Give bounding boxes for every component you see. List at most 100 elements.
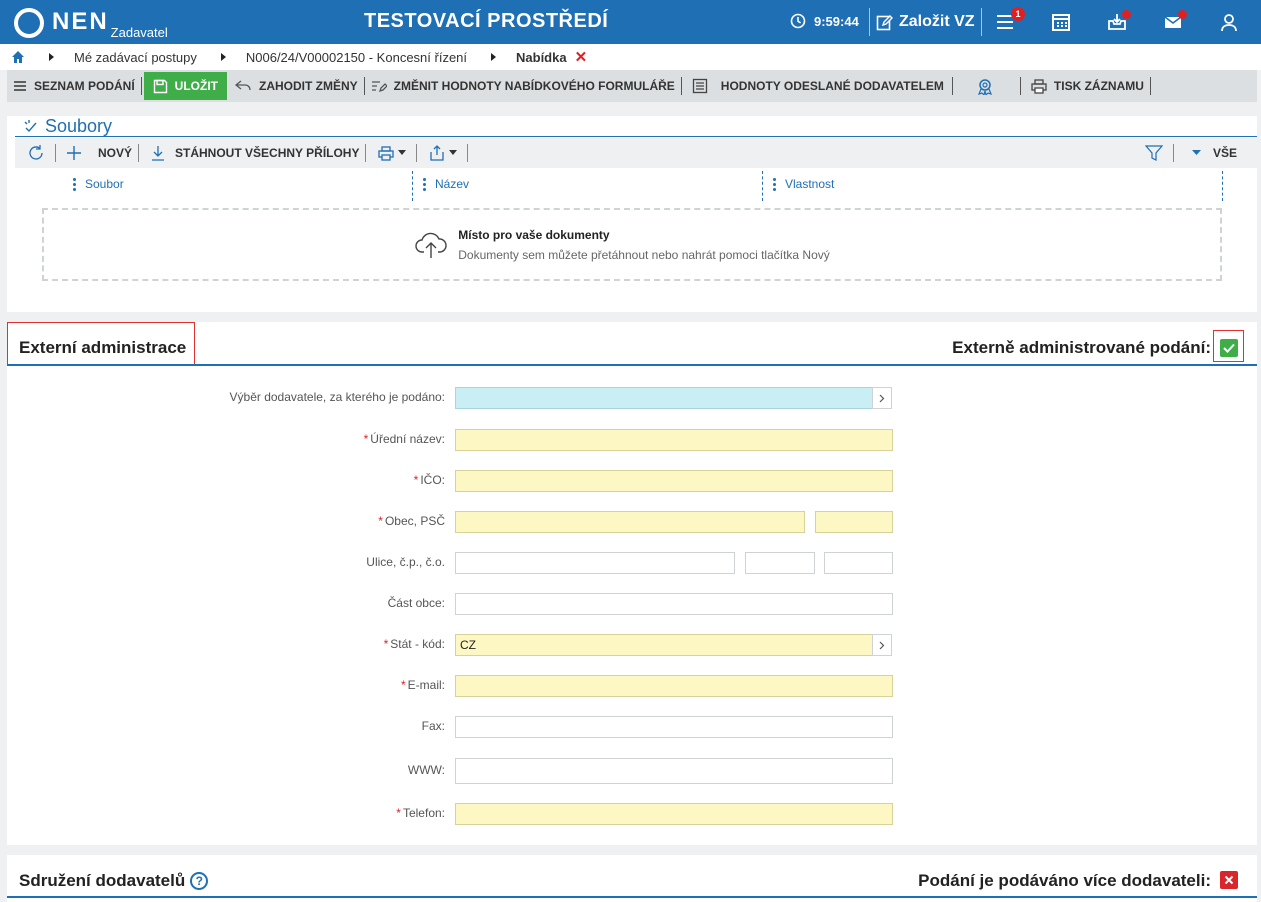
orientation-number-input[interactable] xyxy=(824,552,893,574)
print-record-button[interactable]: TISK ZÁZNAMU xyxy=(1021,74,1150,98)
official-name-input[interactable] xyxy=(455,429,893,451)
filter-all-dropdown[interactable]: VŠE xyxy=(1186,143,1243,163)
files-filter-area: VŠE xyxy=(1144,143,1243,163)
section-underline xyxy=(7,364,1257,366)
externally-administered-checkbox[interactable] xyxy=(1220,339,1238,357)
column-menu-icon xyxy=(73,176,76,193)
highlight-frame xyxy=(1213,330,1244,362)
help-icon[interactable]: ? xyxy=(190,872,209,890)
form-edit-icon xyxy=(371,81,387,93)
ico-row: * IČO: xyxy=(7,470,1257,492)
app-logo[interactable]: NEN Zadavatel xyxy=(14,6,168,40)
column-divider xyxy=(762,171,763,201)
www-row: WWW: xyxy=(7,758,1257,784)
city-zip-row: * Obec, PSČ xyxy=(7,511,1257,533)
files-toolbar: NOVÝ STÁHNOUT VŠECHNY PŘÍLOHY VŠE xyxy=(15,138,1257,168)
chevron-right-icon xyxy=(879,641,885,649)
calendar-icon[interactable] xyxy=(1050,12,1072,32)
filter-icon[interactable] xyxy=(1144,144,1163,162)
print-menu-button[interactable] xyxy=(366,143,416,163)
files-panel: Soubory NOVÝ STÁHNOUT VŠECHNY PŘÍLOHY VŠ… xyxy=(7,116,1257,312)
city-input[interactable] xyxy=(455,511,805,533)
phone-row: * Telefon: xyxy=(7,803,1257,825)
www-label: WWW: xyxy=(407,763,445,777)
plus-icon xyxy=(67,146,81,160)
column-menu-icon xyxy=(423,176,426,193)
toolbar-divider xyxy=(1172,144,1174,162)
cross-icon xyxy=(1224,875,1234,885)
supplier-select-row: Výběr dodavatele, za kterého je podáno: xyxy=(7,387,1257,409)
list-icon xyxy=(14,81,26,91)
house-number-input[interactable] xyxy=(745,552,815,574)
column-header-file[interactable]: Soubor xyxy=(73,171,124,197)
home-icon[interactable] xyxy=(11,50,25,64)
breadcrumb-item-offer: Nabídka xyxy=(516,49,567,65)
refresh-button[interactable] xyxy=(15,143,55,163)
multiple-suppliers-label: Podání je podáváno více dodavateli: xyxy=(918,871,1211,890)
discard-changes-button[interactable]: ZAHODIT ZMĚNY xyxy=(229,74,364,98)
files-section-header[interactable]: Soubory xyxy=(23,116,112,137)
fax-label: Fax: xyxy=(421,719,445,733)
caret-down-icon xyxy=(449,150,458,155)
file-dropzone[interactable]: Místo pro vaše dokumenty Dokumenty sem m… xyxy=(42,208,1222,281)
create-tender-button[interactable]: Založit VZ xyxy=(869,8,982,36)
logo-subtitle: Zadavatel xyxy=(110,25,168,40)
supplier-select-field[interactable] xyxy=(455,387,873,409)
change-form-values-label: ZMĚNIT HODNOTY NABÍDKOVÉHO FORMULÁŘE xyxy=(393,79,675,93)
ico-label: * IČO: xyxy=(413,473,445,487)
external-administration-title: Externí administrace xyxy=(19,338,187,357)
breadcrumb-item-procedure[interactable]: N006/24/V00002150 - Koncesní řízení xyxy=(246,50,467,65)
supplier-select-button[interactable] xyxy=(872,387,892,409)
section-underline xyxy=(7,896,1257,898)
download-all-label: STÁHNOUT VŠECHNY PŘÍLOHY xyxy=(175,146,360,160)
consortium-title: Sdružení dodavatelů xyxy=(19,871,186,890)
external-administration-panel: Externí administrace Externě administrov… xyxy=(7,322,1257,845)
multiple-suppliers-checkbox[interactable] xyxy=(1220,871,1238,889)
create-tender-label: Založit VZ xyxy=(899,13,975,30)
undo-icon xyxy=(235,79,251,90)
fax-input[interactable] xyxy=(455,716,893,738)
breadcrumb-separator-icon xyxy=(491,53,497,61)
breadcrumb-item-my-procedures[interactable]: Mé zadávací postupy xyxy=(74,50,197,65)
print-record-label: TISK ZÁZNAMU xyxy=(1053,79,1144,93)
column-menu-icon xyxy=(773,176,776,193)
submission-list-label: SEZNAM PODÁNÍ xyxy=(34,79,135,93)
consortium-section-header: Sdružení dodavatelů ? xyxy=(19,871,209,891)
street-input[interactable] xyxy=(455,552,735,574)
district-row: Část obce: xyxy=(7,593,1257,615)
district-input[interactable] xyxy=(455,593,893,615)
supplier-values-button[interactable]: HODNOTY ODESLANÉ DODAVATELEM xyxy=(682,74,950,98)
save-button[interactable]: ULOŽIT xyxy=(143,72,227,100)
user-icon[interactable] xyxy=(1218,12,1240,32)
column-header-property[interactable]: Vlastnost xyxy=(773,171,834,197)
www-input[interactable] xyxy=(455,758,893,784)
close-tab-icon[interactable]: ✕ xyxy=(575,48,588,66)
certificate-button[interactable] xyxy=(953,74,1020,98)
dropzone-title: Místo pro vaše dokumenty xyxy=(458,227,610,242)
toolbar-divider xyxy=(140,77,142,95)
zip-input[interactable] xyxy=(815,511,893,533)
column-header-name[interactable]: Název xyxy=(423,171,469,197)
column-label: Vlastnost xyxy=(785,177,835,191)
export-menu-button[interactable] xyxy=(417,143,467,163)
printer-icon xyxy=(1031,78,1047,94)
caret-down-icon xyxy=(1191,150,1201,155)
discard-changes-label: ZAHODIT ZMĚNY xyxy=(259,79,358,93)
files-table-header: Soubor Název Vlastnost xyxy=(15,171,1257,201)
download-icon xyxy=(152,146,165,161)
column-divider xyxy=(412,171,413,201)
column-label: Soubor xyxy=(85,177,124,191)
download-all-button[interactable]: STÁHNOUT VŠECHNY PŘÍLOHY xyxy=(139,143,365,163)
submission-list-button[interactable]: SEZNAM PODÁNÍ xyxy=(7,74,141,98)
country-code-field[interactable]: CZ xyxy=(455,634,873,656)
country-select-button[interactable] xyxy=(872,634,892,656)
street-label: Ulice, č.p., č.o. xyxy=(366,555,445,569)
session-time: 9:59:44 xyxy=(814,13,859,29)
change-form-values-button[interactable]: ZMĚNIT HODNOTY NABÍDKOVÉHO FORMULÁŘE xyxy=(365,74,681,98)
email-input[interactable] xyxy=(455,675,893,697)
ico-input[interactable] xyxy=(455,470,893,492)
files-title: Soubory xyxy=(45,116,113,136)
column-label: Název xyxy=(435,177,470,191)
new-file-button[interactable]: NOVÝ xyxy=(56,143,138,163)
phone-input[interactable] xyxy=(455,803,893,825)
